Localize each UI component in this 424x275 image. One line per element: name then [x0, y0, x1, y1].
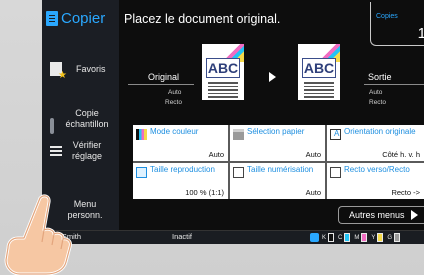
toner-swatch: [344, 233, 351, 242]
orientation-icon: [330, 129, 341, 140]
check-settings-label: Vérifier réglage: [71, 140, 103, 161]
toner-levels: K C M Y G: [310, 233, 404, 242]
touch-screen: Copier Favoris Copie échantillon Vérifie…: [42, 0, 424, 244]
function-tiles: Mode couleur Auto Sélection papier Auto …: [133, 125, 424, 199]
duplex-tile[interactable]: Recto verso/Recto Recto ->: [327, 163, 424, 199]
paper-select-tile[interactable]: Sélection papier Auto: [230, 125, 325, 161]
tile-value: Côté h. v. h: [382, 150, 420, 159]
tile-title: Orientation originale: [344, 127, 416, 136]
original-line1: Auto: [168, 89, 182, 96]
device-frame: Copier Favoris Copie échantillon Vérifie…: [0, 0, 424, 275]
favorites-label: Favoris: [76, 64, 106, 74]
duplex-icon: [330, 167, 341, 178]
scan-size-tile[interactable]: Taille numérisation Auto: [230, 163, 325, 199]
toner-k: K: [322, 233, 335, 242]
more-menus-button[interactable]: Autres menus: [338, 206, 424, 224]
play-arrow-icon: [410, 210, 418, 220]
output-line1: Auto: [369, 89, 383, 96]
copier-icon: [46, 10, 58, 26]
tile-value: 100 % (1:1): [185, 188, 224, 197]
more-menus-label: Autres menus: [349, 210, 405, 220]
sample-copy-icon: [50, 118, 54, 134]
pointing-hand-icon: [4, 194, 72, 275]
machine-status: Inactif: [172, 232, 193, 241]
sample-copy-button[interactable]: Copie échantillon: [42, 108, 119, 138]
sync-icon: [310, 233, 319, 242]
color-mode-tile[interactable]: Mode couleur Auto: [133, 125, 228, 161]
status-bar: J.Smith Inactif K C M Y G: [42, 230, 424, 244]
toner-m: M: [354, 233, 368, 242]
toner-swatch: [377, 233, 384, 242]
orientation-tile[interactable]: Orientation originale Côté h. v. h: [327, 125, 424, 161]
app-title: Copier: [42, 6, 119, 30]
output-doc-text: ABC: [302, 58, 336, 78]
toner-swatch: [394, 233, 401, 242]
output-divider: [364, 84, 424, 85]
toner-swatch: [328, 233, 335, 242]
output-label: Sortie: [368, 72, 392, 82]
toner-y: Y: [371, 233, 384, 242]
play-arrow-icon: [269, 72, 276, 82]
tile-value: Auto: [305, 188, 321, 197]
color-mode-icon: [136, 129, 147, 140]
tile-title: Taille numérisation: [247, 165, 314, 174]
tile-value: Auto: [208, 150, 224, 159]
tile-title: Sélection papier: [247, 127, 305, 136]
tile-title: Mode couleur: [150, 127, 199, 136]
original-line2: Recto: [165, 99, 182, 106]
original-doc-text: ABC: [206, 58, 240, 78]
tile-value: Recto ->: [391, 188, 420, 197]
output-line2: Recto: [369, 99, 386, 106]
toner-c: C: [338, 233, 351, 242]
favorites-icon: [50, 62, 67, 81]
copies-value: 1: [417, 25, 424, 42]
reproduction-size-tile[interactable]: Taille reproduction 100 % (1:1): [133, 163, 228, 199]
sample-copy-label: Copie échantillon: [65, 108, 109, 129]
tile-value: Auto: [305, 150, 321, 159]
scan-size-icon: [233, 167, 244, 178]
toner-swatch: [361, 233, 368, 242]
app-title-text: Copier: [61, 9, 106, 27]
instruction-message: Placez le document original.: [124, 12, 281, 26]
tile-title: Taille reproduction: [150, 165, 215, 174]
original-document-icon: ABC: [202, 44, 244, 100]
paper-icon: [233, 129, 244, 140]
tile-title: Recto verso/Recto: [344, 165, 410, 174]
reproduction-icon: [136, 167, 147, 178]
check-settings-button[interactable]: Vérifier réglage: [42, 140, 119, 166]
copies-field[interactable]: Copies 1: [370, 2, 424, 46]
output-document-icon: ABC: [298, 44, 340, 100]
copies-label: Copies: [376, 13, 398, 20]
favorites-button[interactable]: Favoris: [42, 54, 119, 84]
original-divider: [128, 84, 194, 85]
toner-g: G: [387, 233, 401, 242]
original-label: Original: [148, 72, 180, 82]
